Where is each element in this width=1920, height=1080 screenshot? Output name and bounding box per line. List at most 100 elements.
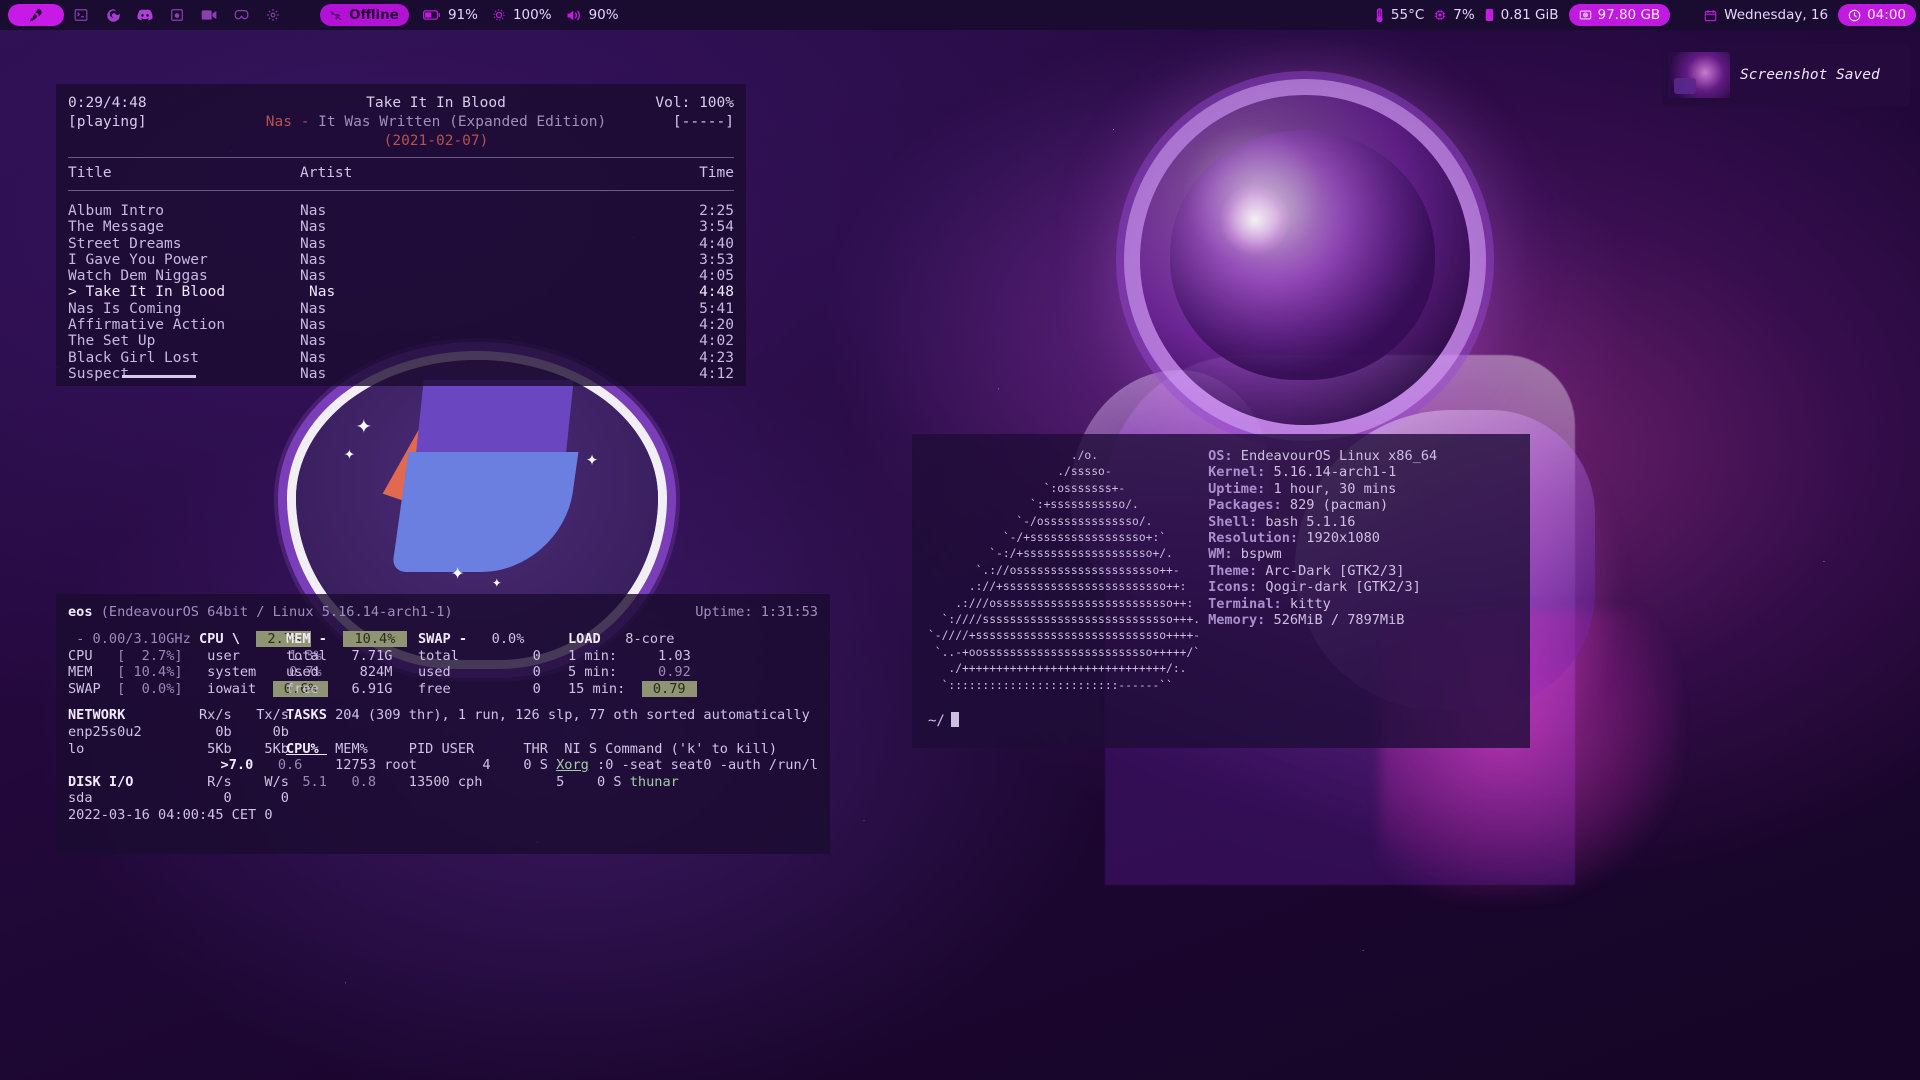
- htop-mem-stat: total 7.71G: [286, 648, 418, 665]
- brightness-indicator[interactable]: 100%: [492, 7, 552, 23]
- neofetch-info-value: bash 5.1.16: [1257, 513, 1356, 530]
- sidebar-item-video[interactable]: [194, 3, 224, 27]
- htop-row: 2022-03-16 04:00:45 CET 0: [68, 807, 818, 824]
- status-bar-left: [0, 0, 288, 30]
- disk-value: 97.80 GB: [1597, 7, 1661, 23]
- sidebar-item-music[interactable]: [162, 3, 192, 27]
- battery-indicator[interactable]: 91%: [423, 7, 478, 23]
- playlist-item[interactable]: The Set Up Nas 4:02: [68, 333, 734, 349]
- htop-disk-cols: R/s W/s: [174, 773, 289, 790]
- htop-process-mem: 0.8: [326, 773, 377, 790]
- endeavouros-ascii-logo: ./o. ./sssso- `:osssssss+- `:+ssssssssss…: [928, 449, 1201, 692]
- playlist-item-title: The Message: [68, 219, 165, 236]
- playlist-item-title: Album Intro: [68, 203, 165, 219]
- music-player-window[interactable]: 0:29/4:48 Take It In Blood Vol: 100% [pl…: [56, 84, 746, 386]
- playlist-item[interactable]: The Message Nas 3:54: [68, 219, 734, 235]
- cpu-value: 7%: [1453, 7, 1475, 23]
- calendar-icon: [1704, 9, 1717, 22]
- disk-indicator[interactable]: 97.80 GB: [1568, 4, 1671, 26]
- neofetch-info-row: WM: bspwm: [1208, 546, 1437, 562]
- htop-col-rest: MEM% PID USER THR NI S Command ('k' to k…: [326, 740, 778, 757]
- htop-disk-row-text: sda 0 0: [68, 790, 289, 807]
- player-volume: Vol: 100%: [655, 95, 734, 111]
- neofetch-info-row: Memory: 526MiB / 7897MiB: [1208, 612, 1437, 628]
- htop-process-row[interactable]: 5.1 0.8 13500 cph 5 0 S thunar: [286, 774, 679, 791]
- neofetch-info-row: Theme: Arc-Dark [GTK2/3]: [1208, 563, 1437, 579]
- htop-swap-stat-text: used 0: [418, 664, 541, 681]
- sidebar-item-games[interactable]: [226, 3, 256, 27]
- sidebar-item-terminal[interactable]: [66, 3, 96, 27]
- playlist-item[interactable]: > Take It In Blood Nas 4:48: [68, 284, 734, 300]
- date-indicator[interactable]: Wednesday, 16: [1704, 7, 1828, 23]
- playlist-item-artist: Nas: [300, 251, 327, 268]
- htop-load-stat-name: 15 min:: [568, 680, 642, 697]
- htop-cpu-breakdown-name: user: [207, 647, 273, 664]
- harddisk-icon: [1579, 9, 1592, 21]
- playlist-item-title: Street Dreams: [68, 235, 182, 252]
- htop-gauge-value: [ 10.4%]: [117, 664, 208, 681]
- shell-prompt[interactable]: ~/: [928, 712, 1514, 729]
- divider: [68, 157, 734, 158]
- system-monitor-window[interactable]: eos (EndeavourOS 64bit / Linux 5.16.14-a…: [56, 594, 830, 854]
- htop-clock-text: 2022-03-16 04:00:45 CET 0: [68, 806, 273, 823]
- htop-gauge: SWAP [ 0.0%] iowait 0.6%: [68, 680, 328, 698]
- screenshot-notification[interactable]: Screenshot Saved: [1662, 44, 1910, 106]
- htop-load-stat-value: 1.03: [641, 647, 691, 664]
- clock-value: 04:00: [1867, 7, 1906, 23]
- neofetch-info-key: Memory:: [1208, 612, 1266, 629]
- playlist-column-headers: Title Artist Time: [68, 162, 734, 184]
- volume-value: 90%: [588, 7, 619, 23]
- playlist-item[interactable]: Black Girl Lost Nas 4:23: [68, 350, 734, 366]
- playlist-item[interactable]: Album Intro Nas 2:25: [68, 203, 734, 219]
- htop-process-thr-ni: 5 0 S: [531, 773, 630, 790]
- playlist-item[interactable]: Street Dreams Nas 4:40: [68, 236, 734, 252]
- terminal-window[interactable]: ./o. ./sssso- `:osssssss+- `:+ssssssssss…: [912, 434, 1530, 748]
- playlist-item[interactable]: Affirmative Action Nas 4:20: [68, 317, 734, 333]
- htop-load-stat: 5 min: 0.92: [568, 664, 691, 681]
- neofetch-info-value: Arc-Dark [GTK2/3]: [1257, 562, 1405, 579]
- rocket-icon[interactable]: [8, 4, 64, 26]
- playlist-item[interactable]: I Gave You Power Nas 3:53: [68, 252, 734, 268]
- volume-icon: [566, 9, 582, 22]
- player-mode: [-----]: [672, 114, 734, 130]
- date-value: Wednesday, 16: [1724, 7, 1829, 23]
- sidebar-item-discord[interactable]: [130, 3, 160, 27]
- playlist-item-time: 3:53: [699, 251, 734, 268]
- clock-indicator[interactable]: 04:00: [1838, 4, 1916, 26]
- htop-load-stat: 15 min: 0.79: [568, 680, 697, 698]
- htop-swap-stat-text: free 0: [418, 680, 541, 697]
- htop-network-cols: Rx/s Tx/s: [174, 707, 289, 724]
- astronaut-visor: [1170, 130, 1435, 380]
- neofetch-info-key: WM:: [1208, 546, 1233, 563]
- cpu-indicator[interactable]: 7%: [1434, 7, 1475, 23]
- htop-mem-stat-text: used 824M: [286, 664, 393, 681]
- htop-meter-header-row: - 0.00/3.10GHz CPU \ 2.7% MEM - 10.4% SW…: [68, 631, 818, 648]
- battery-icon: [423, 9, 441, 21]
- playlist-item-artist: Nas: [300, 235, 327, 252]
- playlist-item-artist: Nas: [300, 300, 327, 317]
- playlist-item[interactable]: Nas Is Coming Nas 5:41: [68, 301, 734, 317]
- playlist[interactable]: Album Intro Nas 2:25 The Message Nas 3:54 Stre…: [68, 203, 734, 382]
- htop-swap-percent: 0.0%: [491, 631, 525, 647]
- playlist-item-title: The Set Up: [68, 333, 156, 350]
- playlist-item-title: Black Girl Lost: [68, 349, 199, 366]
- network-status[interactable]: Offline: [320, 4, 409, 26]
- neofetch-info-key: Shell:: [1208, 513, 1258, 530]
- sidebar-item-browser[interactable]: [98, 3, 128, 27]
- memory-indicator[interactable]: 0.81 GiB: [1485, 7, 1559, 23]
- volume-indicator[interactable]: 90%: [566, 7, 619, 23]
- playlist-item-title: Affirmative Action: [68, 317, 226, 334]
- htop-mem-stat: used 824M: [286, 664, 418, 681]
- playlist-item[interactable]: Watch Dem Niggas Nas 4:05: [68, 268, 734, 284]
- htop-process-columns: CPU% MEM% PID USER THR NI S Command ('k'…: [286, 741, 777, 758]
- htop-row: sda 0 0: [68, 790, 818, 807]
- cpu-icon: [1434, 9, 1446, 21]
- htop-tasks-text: 204 (309 thr), 1 run, 126 slp, 77 oth so…: [335, 707, 810, 724]
- player-progress-bar[interactable]: [122, 375, 196, 378]
- htop-load-header: LOAD 8-core: [568, 631, 674, 648]
- sidebar-item-settings[interactable]: [258, 3, 288, 27]
- htop-load-label: LOAD: [568, 631, 626, 647]
- terminal-cursor: [950, 712, 959, 728]
- temperature-indicator[interactable]: 55°C: [1375, 7, 1424, 23]
- htop-process-row[interactable]: >7.0 0.6 12753 root 4 0 S Xorg :0 -seat …: [212, 757, 818, 774]
